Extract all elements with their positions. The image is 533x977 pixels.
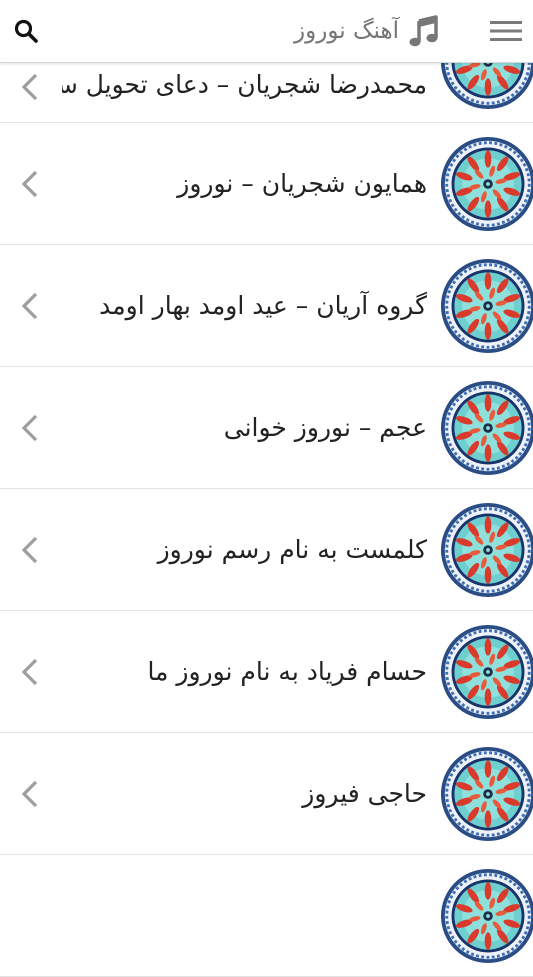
list-item[interactable]: گروه آریان – عید اومد بهار اومد: [0, 245, 533, 367]
list-item[interactable]: کلمست به نام رسم نوروز: [0, 489, 533, 611]
song-title: همایون شجریان – نوروز: [177, 169, 427, 198]
search-button[interactable]: [8, 13, 44, 49]
song-title: حاجی فیروز: [302, 779, 427, 808]
song-thumbnail-image: [440, 258, 533, 354]
song-title: [62, 855, 427, 976]
chevron-left-icon: [16, 655, 44, 689]
chevron-left-icon: [16, 411, 44, 445]
app-title: آهنگ نوروز: [294, 0, 441, 62]
search-icon: [14, 19, 38, 43]
chevron-left-icon: [16, 289, 44, 323]
chevron-left-icon: [16, 533, 44, 567]
song-title: کلمست به نام رسم نوروز: [157, 535, 427, 564]
chevron-left-icon: [16, 167, 44, 201]
music-note-icon: [407, 14, 441, 48]
song-thumbnail-image: [440, 868, 533, 964]
song-thumbnail-image: [440, 746, 533, 842]
song-thumbnail-image: [440, 136, 533, 232]
song-list: محمدرضا شجریان – دعای تحویل سال همایون ش…: [0, 26, 533, 977]
hamburger-menu-icon: [490, 21, 522, 41]
chevron-left-icon: [16, 70, 44, 104]
song-thumbnail-image: [440, 380, 533, 476]
song-title: حسام فریاد به نام نوروز ما: [147, 657, 427, 686]
song-title: عجم – نوروز خوانی: [223, 413, 427, 442]
list-item[interactable]: حاجی فیروز: [0, 733, 533, 855]
app-bar: آهنگ نوروز: [0, 0, 533, 63]
list-item[interactable]: حسام فریاد به نام نوروز ما: [0, 611, 533, 733]
song-title: گروه آریان – عید اومد بهار اومد: [99, 291, 427, 320]
list-item[interactable]: همایون شجریان – نوروز: [0, 123, 533, 245]
chevron-left-icon: [16, 777, 44, 811]
song-thumbnail-image: [440, 624, 533, 720]
app-title-text: آهنگ نوروز: [294, 18, 399, 44]
list-item[interactable]: عجم – نوروز خوانی: [0, 367, 533, 489]
menu-button[interactable]: [487, 12, 525, 50]
song-thumbnail-image: [440, 502, 533, 598]
list-item[interactable]: [0, 855, 533, 977]
